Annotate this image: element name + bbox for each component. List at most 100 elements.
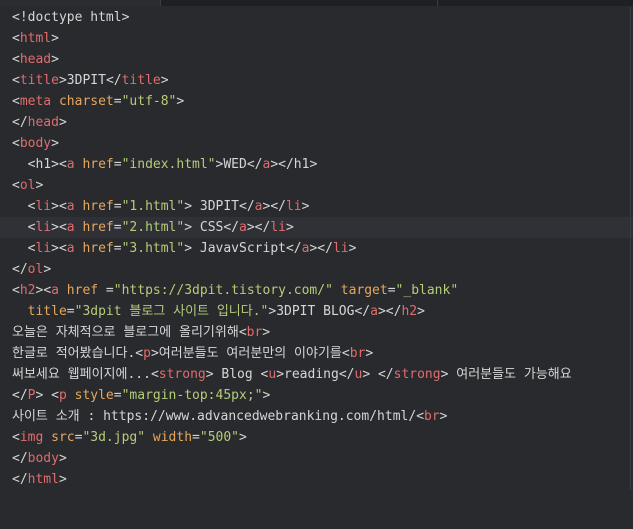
bracket: </: [254, 220, 271, 235]
code-line[interactable]: <meta charset="utf-8">: [0, 91, 633, 112]
bracket: </: [12, 388, 28, 403]
code-line[interactable]: </head>: [0, 112, 633, 133]
code-text: =: [113, 199, 122, 214]
code-line[interactable]: 사이트 소개 : https://www.advancedwebranking.…: [0, 406, 633, 427]
bracket: <: [12, 178, 20, 193]
bracket: </: [239, 199, 255, 214]
code-text: =: [113, 157, 122, 172]
code-line[interactable]: <h2><a href ="https://3dpit.tistory.com/…: [0, 280, 633, 301]
code-line[interactable]: <html>: [0, 28, 633, 49]
bracket: >: [184, 241, 193, 256]
code-line[interactable]: <title>3DPIT</title>: [0, 70, 633, 91]
code-text: =: [113, 220, 122, 235]
bracket: <: [12, 94, 20, 109]
tag-name: br: [424, 409, 440, 424]
bracket: >: [365, 346, 374, 361]
code-text: <!doctype html>: [12, 10, 130, 25]
code-line[interactable]: </ol>: [0, 259, 633, 280]
bracket: >: [58, 73, 67, 88]
code-line[interactable]: </body>: [0, 448, 633, 469]
tag-name: html: [27, 472, 59, 487]
bracket: >: [51, 52, 59, 67]
code-text: 여러분들도 가능해요: [448, 367, 572, 382]
wrap-guide: [630, 448, 631, 469]
code-line[interactable]: <ol>: [0, 175, 633, 196]
bracket: </: [12, 262, 28, 277]
code-line[interactable]: <li><a href="1.html"> 3DPIT</a></li>: [0, 196, 633, 217]
bracket: >: [51, 157, 59, 172]
code-text: 한글로 적어봤습니다.: [12, 346, 136, 361]
wrap-guide: [630, 280, 631, 301]
bracket: >: [184, 220, 193, 235]
tag-name: a: [66, 157, 75, 172]
attribute-name: href: [82, 220, 114, 235]
code-text: CSS: [192, 220, 224, 235]
bracket: </: [338, 367, 355, 382]
code-text: 오늘은 자체적으로 블로그에 올리기위해: [12, 325, 239, 340]
bracket: </: [105, 73, 122, 88]
code-text: =: [113, 94, 122, 109]
bracket: >: [309, 157, 318, 172]
bracket: >: [58, 472, 67, 487]
tag-name: html: [19, 31, 52, 46]
code-text: 사이트 소개 : https://www.advancedwebranking.…: [12, 409, 417, 424]
code-line[interactable]: </html>: [0, 469, 633, 490]
code-line[interactable]: <h1><a href="index.html">WED</a></h1>: [0, 154, 633, 175]
code-text: =: [192, 430, 200, 445]
tag-name: br: [246, 325, 263, 340]
code-editor[interactable]: <!doctype html> <html> <head> <title>3DPIT<…: [0, 6, 633, 529]
bracket: >: [35, 178, 44, 193]
bracket: >: [285, 220, 294, 235]
wrap-guide: [630, 322, 631, 343]
bracket: <: [238, 325, 247, 340]
code-line[interactable]: 오늘은 자체적으로 블로그에 올리기위해<br>: [0, 322, 633, 343]
code-line[interactable]: 써보세요 웹페이지에...<strong> Blog <u>reading</u…: [0, 364, 633, 385]
attribute-name: charset: [58, 94, 114, 109]
wrap-guide: [630, 406, 631, 427]
code-line[interactable]: <head>: [0, 49, 633, 70]
wrap-guide: [630, 196, 631, 217]
tag-name: a: [239, 220, 247, 235]
bracket: >: [276, 367, 285, 382]
code-line[interactable]: 한글로 적어봤습니다.<p>여러분들도 여러분만의 이야기를<br>: [0, 343, 633, 364]
bracket: >: [150, 346, 159, 361]
attribute-name: style: [74, 388, 114, 403]
string-value: "1.html": [121, 199, 185, 214]
bracket: </: [354, 304, 371, 319]
code-line[interactable]: </P> <p style="margin-top:45px;">: [0, 385, 633, 406]
code-line[interactable]: <img src="3d.jpg" width="500">: [0, 427, 633, 448]
tag-name: body: [19, 136, 52, 151]
bracket: <: [12, 430, 20, 445]
code-line[interactable]: title="3dpit 블로그 사이트 입니다.">3DPIT BLOG</a…: [0, 301, 633, 322]
tag-name: p: [58, 388, 67, 403]
attribute-name: src: [51, 430, 75, 445]
bracket: >: [439, 409, 448, 424]
tag-name: a: [51, 283, 59, 298]
string-value: "margin-top:45px;": [121, 388, 263, 403]
code-line[interactable]: <!doctype html>: [0, 7, 633, 28]
bracket: >: [246, 220, 255, 235]
bracket: </: [12, 115, 28, 130]
code-line[interactable]: <li><a href="2.html"> CSS</a></li>: [0, 217, 633, 238]
code-line[interactable]: <body>: [0, 133, 633, 154]
code-line[interactable]: <li><a href="3.html"> JavavScript</a></l…: [0, 238, 633, 259]
bracket: <: [58, 157, 67, 172]
bracket: </: [317, 241, 333, 256]
code-text: =: [113, 241, 122, 256]
bracket: </: [278, 157, 294, 172]
wrap-guide: [630, 112, 631, 133]
wrap-guide: [630, 91, 631, 112]
wrap-guide: [630, 217, 631, 238]
string-value: "2.html": [121, 220, 185, 235]
tag-name: body: [27, 451, 59, 466]
wrap-guide: [630, 364, 631, 385]
attribute-name: width: [152, 430, 193, 445]
tag-name: h2: [401, 304, 418, 319]
wrap-guide: [630, 301, 631, 322]
bracket: >: [51, 199, 59, 214]
tag-name: strong: [158, 367, 206, 382]
wrap-guide: [630, 259, 631, 280]
